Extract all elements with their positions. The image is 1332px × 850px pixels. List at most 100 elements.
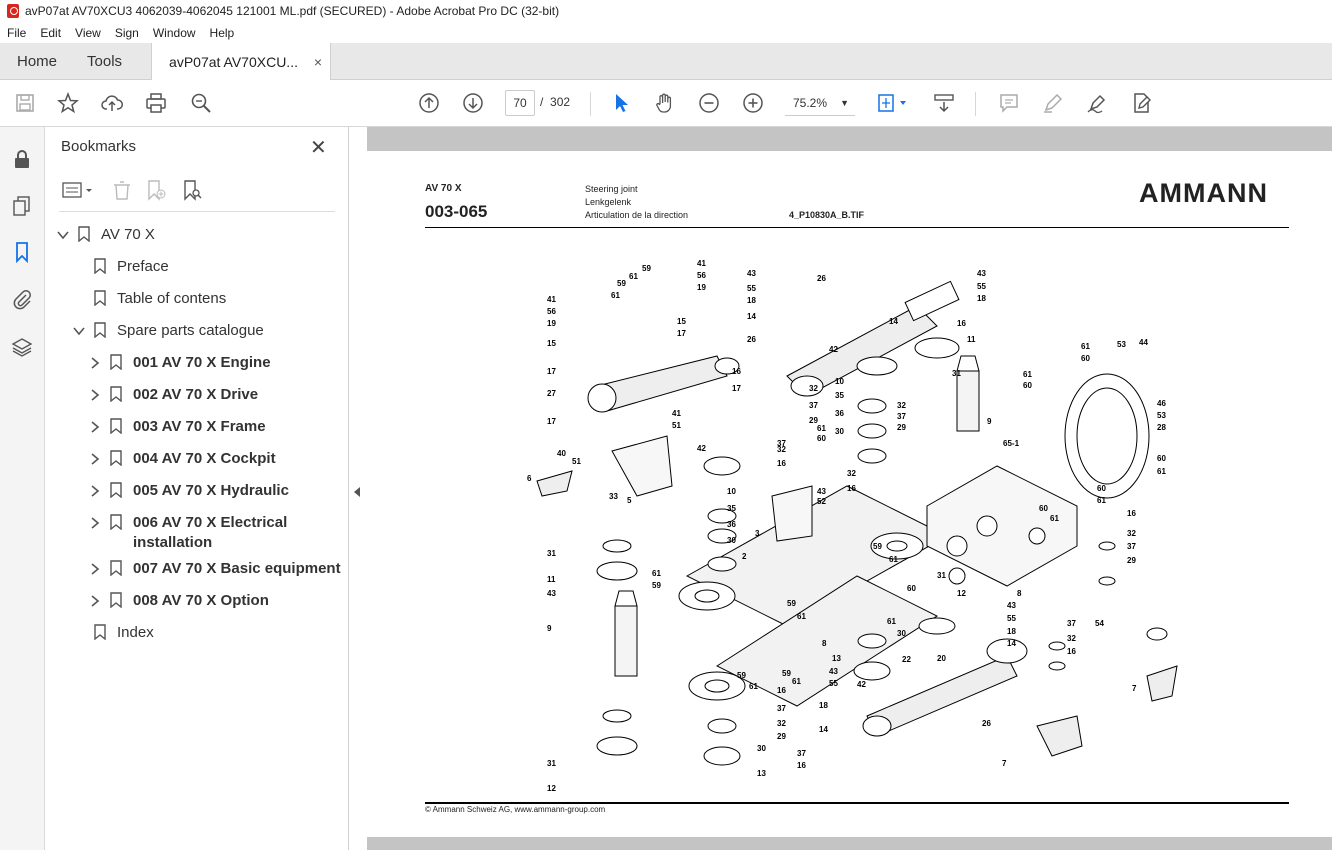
chevron-right-icon[interactable] [89, 485, 101, 497]
hand-tool-icon[interactable] [653, 91, 677, 115]
chevron-down-icon[interactable] [57, 229, 69, 241]
bookmark-basic-equipment[interactable]: 007 AV 70 X Basic equipment [45, 555, 349, 583]
bookmark-cockpit[interactable]: 004 AV 70 X Cockpit [45, 445, 349, 473]
panel-splitter[interactable] [349, 127, 367, 850]
zoom-search-icon[interactable] [189, 91, 213, 115]
svg-text:11: 11 [547, 575, 556, 584]
page-thumbnails-icon[interactable] [11, 195, 35, 219]
svg-text:9: 9 [547, 624, 552, 633]
bookmarks-panel: Bookmarks ✕ AV 70 X Preface Table of con… [45, 127, 349, 850]
pdf-page: AV 70 X 003-065 Steering joint Lenkgelen… [367, 151, 1332, 837]
bookmark-spare-parts[interactable]: Spare parts catalogue [45, 317, 349, 345]
tab-document[interactable]: avP07at AV70XCU... × [151, 43, 332, 80]
save-icon[interactable] [13, 91, 37, 115]
close-tab-icon[interactable]: × [314, 54, 322, 70]
svg-text:59: 59 [617, 279, 626, 288]
bookmark-drive[interactable]: 002 AV 70 X Drive [45, 381, 349, 409]
svg-text:31: 31 [547, 759, 556, 768]
find-bookmark-icon[interactable] [181, 179, 203, 201]
bookmark-index[interactable]: Index [45, 619, 349, 647]
select-cursor-icon[interactable] [609, 91, 633, 115]
edit-document-icon[interactable] [1129, 91, 1153, 115]
bookmark-engine[interactable]: 001 AV 70 X Engine [45, 349, 349, 377]
bookmark-electrical[interactable]: 006 AV 70 X Electrical installation [45, 509, 349, 553]
bookmark-star-icon[interactable] [56, 91, 80, 115]
svg-text:14: 14 [889, 317, 898, 326]
zoom-level-select[interactable]: 75.2% ▼ [785, 90, 855, 116]
svg-text:41: 41 [547, 295, 556, 304]
bookmark-table-of-contents[interactable]: Table of contens [45, 285, 349, 313]
fit-page-icon[interactable] [876, 91, 910, 115]
document-viewport[interactable]: AV 70 X 003-065 Steering joint Lenkgelen… [367, 127, 1332, 850]
next-page-icon[interactable] [461, 91, 485, 115]
bookmark-frame[interactable]: 003 AV 70 X Frame [45, 413, 349, 441]
new-bookmark-icon[interactable] [145, 179, 167, 201]
bookmarks-panel-icon[interactable] [11, 241, 35, 265]
comment-icon[interactable] [997, 91, 1021, 115]
title-bar: avP07at AV70XCU3 4062039-4062045 121001 … [0, 0, 1332, 22]
section-code: 003-065 [425, 202, 488, 221]
svg-text:32: 32 [809, 384, 818, 393]
svg-text:18: 18 [819, 701, 828, 710]
svg-text:32: 32 [897, 401, 906, 410]
bookmark-preface[interactable]: Preface [45, 253, 349, 281]
menu-view[interactable]: View [68, 26, 108, 40]
acrobat-app-icon [7, 4, 19, 18]
svg-text:16: 16 [957, 319, 966, 328]
delete-bookmark-icon[interactable] [111, 179, 133, 201]
svg-text:27: 27 [547, 389, 556, 398]
menu-window[interactable]: Window [146, 26, 203, 40]
chevron-right-icon[interactable] [89, 595, 101, 607]
menu-file[interactable]: File [0, 26, 33, 40]
chevron-right-icon[interactable] [89, 421, 101, 433]
tab-tools[interactable]: Tools [74, 43, 140, 80]
layers-icon[interactable] [11, 336, 35, 360]
svg-text:55: 55 [1007, 614, 1016, 623]
description-de: Lenkgelenk [585, 197, 632, 207]
menu-edit[interactable]: Edit [33, 26, 68, 40]
close-panel-icon[interactable]: ✕ [310, 135, 327, 160]
svg-text:15: 15 [547, 339, 556, 348]
page-number-input[interactable]: 70 [505, 90, 535, 116]
svg-text:32: 32 [777, 719, 786, 728]
svg-text:61: 61 [652, 569, 661, 578]
collapse-panel-icon[interactable] [354, 487, 360, 497]
tab-home[interactable]: Home [0, 43, 74, 80]
menu-sign[interactable]: Sign [108, 26, 146, 40]
chevron-down-icon[interactable] [73, 325, 85, 337]
zoom-out-icon[interactable] [697, 91, 721, 115]
svg-text:42: 42 [697, 444, 706, 453]
previous-page-icon[interactable] [417, 91, 441, 115]
bookmark-av70x[interactable]: AV 70 X [45, 221, 349, 249]
svg-text:2: 2 [742, 552, 747, 561]
chevron-right-icon[interactable] [89, 517, 101, 529]
svg-text:60: 60 [1081, 354, 1090, 363]
highlight-pen-icon[interactable] [1041, 91, 1065, 115]
svg-text:60: 60 [1157, 454, 1166, 463]
bookmark-hydraulic[interactable]: 005 AV 70 X Hydraulic [45, 477, 349, 505]
chevron-right-icon[interactable] [89, 357, 101, 369]
svg-text:22: 22 [902, 655, 911, 664]
lock-icon[interactable] [11, 148, 35, 172]
svg-text:61: 61 [797, 612, 806, 621]
zoom-in-icon[interactable] [741, 91, 765, 115]
svg-text:53: 53 [1157, 411, 1166, 420]
svg-text:54: 54 [1095, 619, 1104, 628]
chevron-right-icon[interactable] [89, 389, 101, 401]
options-menu-icon[interactable] [61, 179, 95, 201]
scroll-mode-icon[interactable] [932, 91, 956, 115]
svg-text:37: 37 [1067, 619, 1076, 628]
svg-text:8: 8 [822, 639, 827, 648]
sign-pen-icon[interactable] [1085, 91, 1109, 115]
footer-rule [425, 802, 1289, 804]
menu-help[interactable]: Help [203, 26, 242, 40]
chevron-right-icon[interactable] [89, 563, 101, 575]
svg-text:37: 37 [797, 749, 806, 758]
upload-cloud-icon[interactable] [100, 91, 124, 115]
svg-text:8: 8 [1017, 589, 1022, 598]
chevron-right-icon[interactable] [89, 453, 101, 465]
bookmark-option[interactable]: 008 AV 70 X Option [45, 587, 349, 615]
attachments-icon[interactable] [11, 288, 35, 312]
print-icon[interactable] [144, 91, 168, 115]
svg-text:60: 60 [817, 434, 826, 443]
